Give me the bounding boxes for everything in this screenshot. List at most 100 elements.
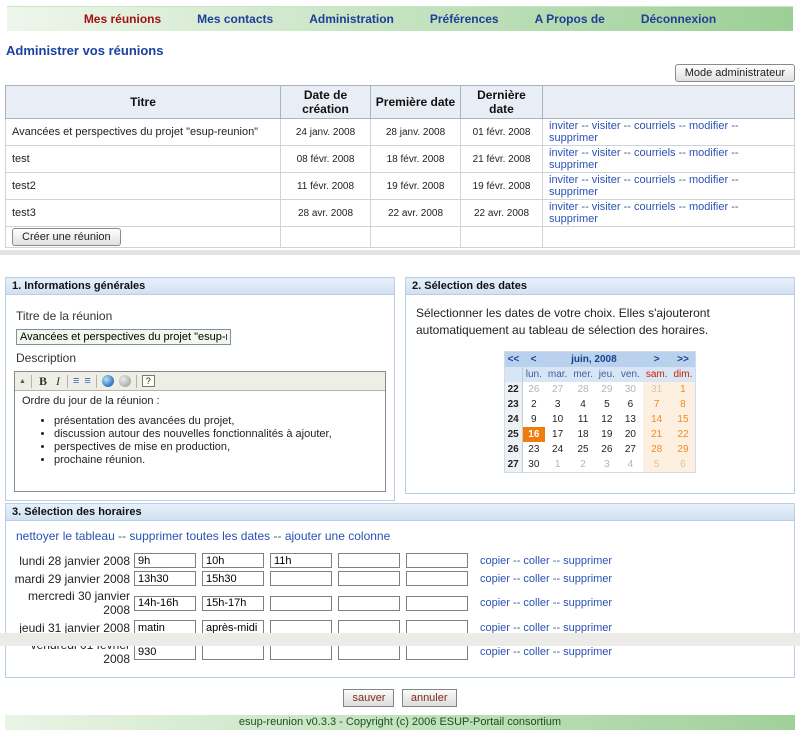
visiter-link[interactable]: visiter xyxy=(592,147,621,159)
copier-link[interactable]: copier xyxy=(480,555,510,567)
supprimer-link[interactable]: supprimer xyxy=(563,622,612,634)
time-slot-input[interactable] xyxy=(406,553,468,568)
time-slot-input[interactable] xyxy=(406,571,468,586)
coller-link[interactable]: coller xyxy=(523,646,549,658)
calendar-day-30[interactable]: 30 xyxy=(618,382,643,397)
calendar-day-26[interactable]: 26 xyxy=(596,442,618,457)
courriels-link[interactable]: courriels xyxy=(634,201,676,213)
calendar-day-17[interactable]: 17 xyxy=(545,427,570,442)
modifier-link[interactable]: modifier xyxy=(689,174,728,186)
ordered-list-icon[interactable]: ≡ xyxy=(73,375,79,387)
supprimer-link[interactable]: supprimer xyxy=(549,132,598,144)
time-slot-input[interactable] xyxy=(202,553,264,568)
time-slot-input[interactable] xyxy=(406,596,468,611)
coller-link[interactable]: coller xyxy=(523,555,549,567)
modifier-link[interactable]: modifier xyxy=(689,147,728,159)
calendar-day-10[interactable]: 10 xyxy=(545,412,570,427)
remove-link-icon[interactable] xyxy=(119,375,131,387)
calendar-day-6[interactable]: 6 xyxy=(671,457,696,473)
calendar-prev-month-button[interactable]: < xyxy=(522,351,545,367)
supprimer-link[interactable]: supprimer xyxy=(549,213,598,225)
calendar-day-7[interactable]: 7 xyxy=(643,397,671,412)
calendar-day-14[interactable]: 14 xyxy=(643,412,671,427)
calendar-day-2[interactable]: 2 xyxy=(522,397,545,412)
time-slot-input[interactable] xyxy=(134,571,196,586)
calendar-day-1[interactable]: 1 xyxy=(545,457,570,473)
calendar-day-5[interactable]: 5 xyxy=(643,457,671,473)
copier-link[interactable]: copier xyxy=(480,646,510,658)
calendar-day-22[interactable]: 22 xyxy=(671,427,696,442)
calendar-day-3[interactable]: 3 xyxy=(596,457,618,473)
toolbar-collapse-icon[interactable]: ▲ xyxy=(19,378,26,385)
calendar-day-5[interactable]: 5 xyxy=(596,397,618,412)
calendar-day-11[interactable]: 11 xyxy=(570,412,595,427)
italic-button[interactable]: I xyxy=(54,375,62,387)
time-slot-input[interactable] xyxy=(338,571,400,586)
nav-administration[interactable]: Administration xyxy=(309,12,394,26)
calendar-day-16[interactable]: 16 xyxy=(522,427,545,442)
calendar-day-27[interactable]: 27 xyxy=(545,382,570,397)
time-slot-input[interactable] xyxy=(338,645,400,660)
insert-link-icon[interactable] xyxy=(102,375,114,387)
modifier-link[interactable]: modifier xyxy=(689,201,728,213)
inviter-link[interactable]: inviter xyxy=(549,147,578,159)
editor-help-icon[interactable]: ? xyxy=(142,375,155,387)
calendar-day-8[interactable]: 8 xyxy=(671,397,696,412)
supprimer-link[interactable]: supprimer xyxy=(563,555,612,567)
description-editor-area[interactable]: Ordre du jour de la réunion : présentati… xyxy=(15,391,385,491)
time-slot-input[interactable] xyxy=(134,645,196,660)
inviter-link[interactable]: inviter xyxy=(549,201,578,213)
ajouter-une-colonne-link[interactable]: ajouter une colonne xyxy=(285,529,390,543)
courriels-link[interactable]: courriels xyxy=(634,120,676,132)
calendar-day-9[interactable]: 9 xyxy=(522,412,545,427)
coller-link[interactable]: coller xyxy=(523,573,549,585)
calendar-day-18[interactable]: 18 xyxy=(570,427,595,442)
calendar-day-28[interactable]: 28 xyxy=(643,442,671,457)
time-slot-input[interactable] xyxy=(270,553,332,568)
calendar-day-2[interactable]: 2 xyxy=(570,457,595,473)
visiter-link[interactable]: visiter xyxy=(592,201,621,213)
inviter-link[interactable]: inviter xyxy=(549,174,578,186)
calendar-day-4[interactable]: 4 xyxy=(570,397,595,412)
modifier-link[interactable]: modifier xyxy=(689,120,728,132)
time-slot-input[interactable] xyxy=(338,596,400,611)
supprimer-link[interactable]: supprimer xyxy=(563,597,612,609)
calendar-next-month-button[interactable]: > xyxy=(643,351,671,367)
copier-link[interactable]: copier xyxy=(480,622,510,634)
create-meeting-button[interactable]: Créer une réunion xyxy=(12,228,121,246)
nettoyer-le-tableau-link[interactable]: nettoyer le tableau xyxy=(16,529,115,543)
calendar-next-year-button[interactable]: >> xyxy=(671,351,696,367)
calendar-day-24[interactable]: 24 xyxy=(545,442,570,457)
calendar-day-1[interactable]: 1 xyxy=(671,382,696,397)
cancel-button[interactable]: annuler xyxy=(402,689,457,707)
calendar-day-25[interactable]: 25 xyxy=(570,442,595,457)
copier-link[interactable]: copier xyxy=(480,597,510,609)
calendar-prev-year-button[interactable]: << xyxy=(504,351,522,367)
bold-button[interactable]: B xyxy=(37,375,49,387)
time-slot-input[interactable] xyxy=(338,553,400,568)
calendar-day-23[interactable]: 23 xyxy=(522,442,545,457)
supprimer-link[interactable]: supprimer xyxy=(563,646,612,658)
nav-deconnexion[interactable]: Déconnexion xyxy=(641,12,716,26)
coller-link[interactable]: coller xyxy=(523,622,549,634)
calendar-day-4[interactable]: 4 xyxy=(618,457,643,473)
calendar-day-20[interactable]: 20 xyxy=(618,427,643,442)
bullet-list-icon[interactable]: ≡ xyxy=(84,375,90,387)
save-button[interactable]: sauver xyxy=(343,689,394,707)
calendar-day-31[interactable]: 31 xyxy=(643,382,671,397)
inviter-link[interactable]: inviter xyxy=(549,120,578,132)
time-slot-input[interactable] xyxy=(270,596,332,611)
calendar-day-12[interactable]: 12 xyxy=(596,412,618,427)
calendar-day-28[interactable]: 28 xyxy=(570,382,595,397)
nav-preferences[interactable]: Préférences xyxy=(430,12,499,26)
time-slot-input[interactable] xyxy=(134,553,196,568)
copier-link[interactable]: copier xyxy=(480,573,510,585)
time-slot-input[interactable] xyxy=(270,645,332,660)
supprimer-toutes-les-dates-link[interactable]: supprimer toutes les dates xyxy=(129,529,270,543)
time-slot-input[interactable] xyxy=(134,596,196,611)
calendar-day-27[interactable]: 27 xyxy=(618,442,643,457)
time-slot-input[interactable] xyxy=(202,571,264,586)
nav-mes-reunions[interactable]: Mes réunions xyxy=(84,12,161,26)
time-slot-input[interactable] xyxy=(202,645,264,660)
supprimer-link[interactable]: supprimer xyxy=(549,159,598,171)
